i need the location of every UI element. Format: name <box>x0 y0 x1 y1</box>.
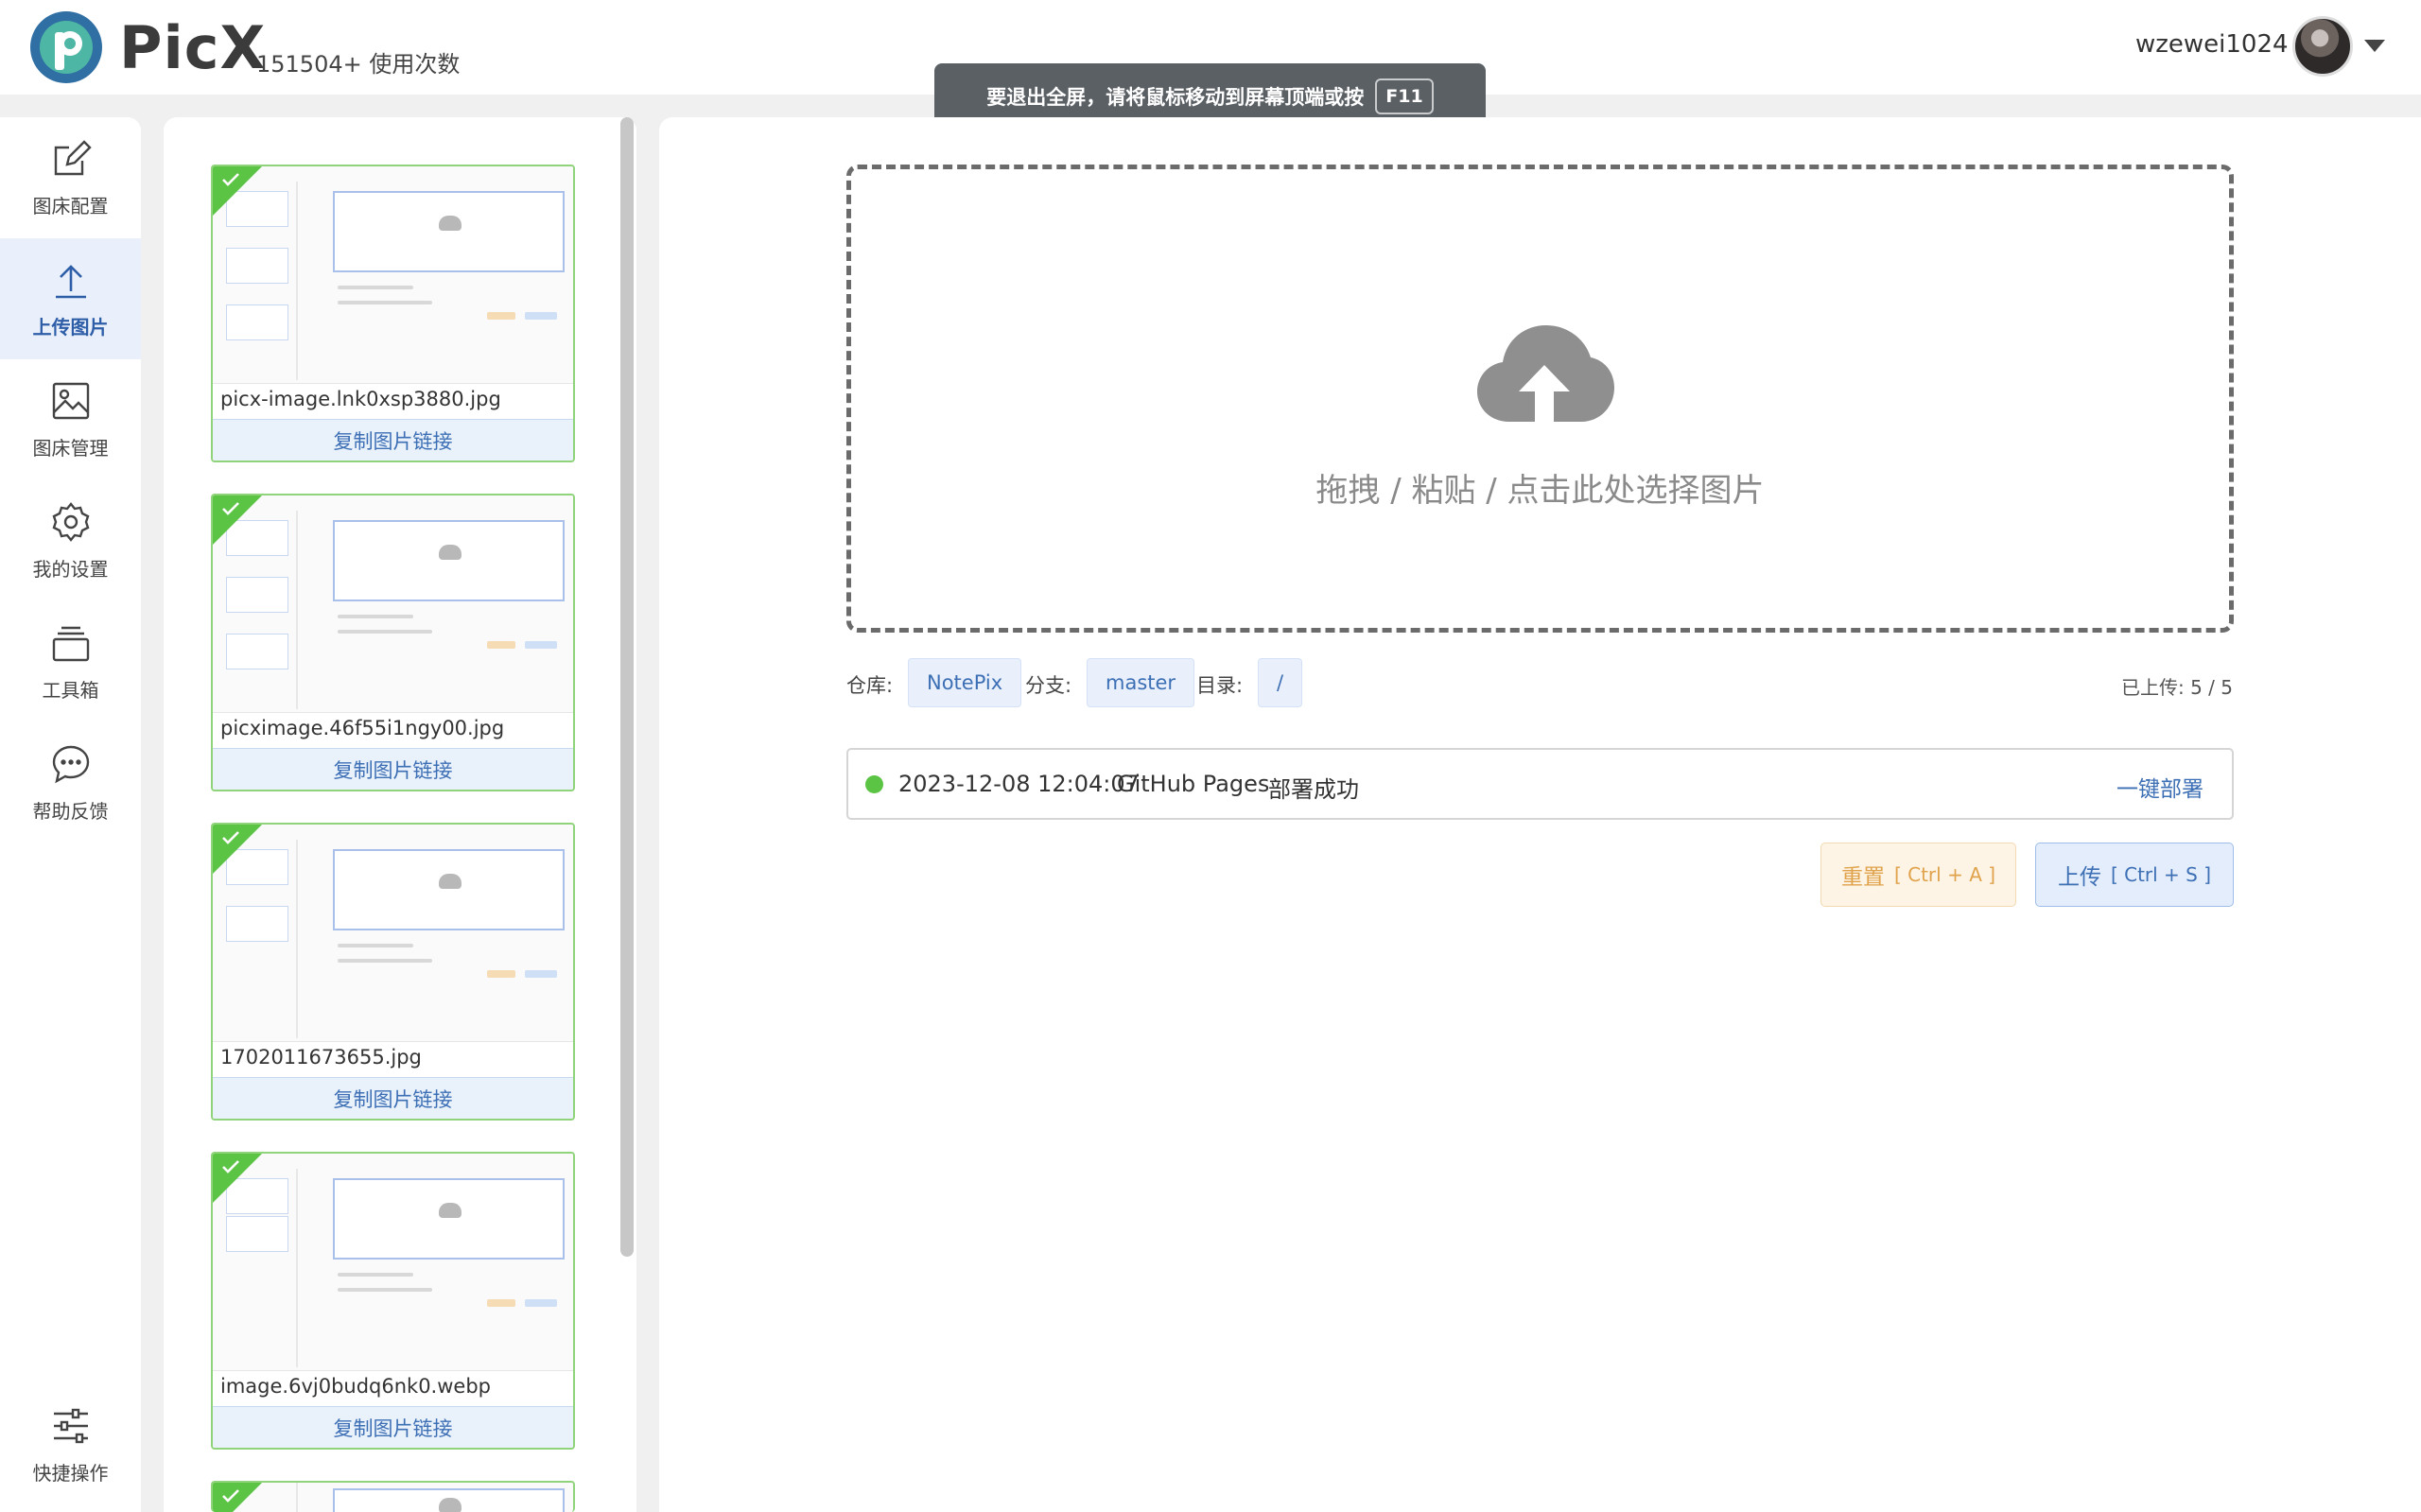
sidebar-item-upload[interactable]: 上传图片 <box>0 238 141 359</box>
one-click-deploy-button[interactable]: 一键部署 <box>2116 771 2203 803</box>
upload-icon <box>55 264 86 298</box>
gear-icon <box>52 501 89 542</box>
sidebar-item-label: 我的设置 <box>32 557 109 581</box>
uploaded-card[interactable] <box>211 1481 575 1512</box>
branch-tag[interactable]: master <box>1087 658 1195 707</box>
brand-name: PicX <box>119 13 267 82</box>
sidebar-item-toolbox[interactable]: 工具箱 <box>0 601 141 722</box>
deploy-status-dot <box>865 775 883 793</box>
picx-logo <box>30 11 102 83</box>
repo-label: 仓库: <box>846 674 894 697</box>
sidebar-item-manage[interactable]: 图床管理 <box>0 359 141 480</box>
uploaded-card[interactable]: 1702011673655.jpg 复制图片链接 <box>211 823 575 1121</box>
upload-shortcut: [ Ctrl + S ] <box>2110 863 2212 886</box>
check-icon <box>222 173 239 186</box>
sidebar-item-label: 图床管理 <box>32 436 109 460</box>
reset-button[interactable]: 重置 [ Ctrl + A ] <box>1820 843 2016 907</box>
copy-link-button[interactable]: 复制图片链接 <box>213 419 573 461</box>
image-thumbnail[interactable] <box>213 1154 573 1371</box>
usage-count: 151504+ 使用次数 <box>256 51 461 78</box>
deploy-status-bar: 2023-12-08 12:04:07 GitHub Pages 部署成功 一键… <box>846 748 2234 820</box>
sidebar-item-help[interactable]: 帮助反馈 <box>0 722 141 843</box>
sidebar-item-shortcuts[interactable]: 快捷操作 <box>0 1384 141 1505</box>
edit-icon <box>54 139 92 175</box>
check-icon <box>222 1489 239 1503</box>
sidebar-item-label: 上传图片 <box>32 315 109 339</box>
deploy-service: GitHub Pages <box>1117 771 1270 797</box>
sidebar-item-settings[interactable]: 我的设置 <box>0 480 141 601</box>
image-dropzone[interactable]: 拖拽 / 粘贴 / 点击此处选择图片 <box>846 165 2234 633</box>
dropzone-hint: 拖拽 / 粘贴 / 点击此处选择图片 <box>1315 472 1765 510</box>
uploaded-card[interactable]: picximage.46f55i1ngy00.jpg 复制图片链接 <box>211 494 575 791</box>
repo-tag[interactable]: NotePix <box>908 658 1022 707</box>
sidebar-item-label: 工具箱 <box>42 678 99 702</box>
check-icon <box>222 502 239 515</box>
image-thumbnail[interactable] <box>213 1483 573 1512</box>
branch-label: 分支: <box>1025 674 1072 697</box>
copy-link-button[interactable]: 复制图片链接 <box>213 748 573 790</box>
upload-button[interactable]: 上传 [ Ctrl + S ] <box>2035 843 2234 907</box>
dir-tag[interactable]: / <box>1258 658 1303 707</box>
username[interactable]: wzewei1024 <box>2135 30 2289 59</box>
image-filename: picximage.46f55i1ngy00.jpg <box>220 717 505 739</box>
image-thumbnail[interactable] <box>213 166 573 384</box>
image-filename: image.6vj0budq6nk0.webp <box>220 1375 491 1398</box>
sliders-icon <box>53 1408 88 1443</box>
cloud-upload-icon <box>1477 325 1614 429</box>
fullscreen-key: F11 <box>1375 78 1434 114</box>
reset-label: 重置 <box>1840 865 1885 890</box>
list-scrollbar[interactable] <box>620 117 634 1257</box>
copy-link-button[interactable]: 复制图片链接 <box>213 1077 573 1119</box>
image-icon <box>52 382 89 419</box>
uploaded-card[interactable]: image.6vj0budq6nk0.webp 复制图片链接 <box>211 1152 575 1450</box>
check-icon <box>222 1160 239 1173</box>
uploaded-count: 已上传: 5 / 5 <box>2121 676 2233 699</box>
dir-label: 目录: <box>1196 674 1244 697</box>
sidebar-item-config[interactable]: 图床配置 <box>0 117 141 238</box>
sidebar-item-label: 图床配置 <box>32 194 109 217</box>
sidebar-item-label: 帮助反馈 <box>32 799 109 823</box>
fullscreen-toast-text: 要退出全屏，请将鼠标移动到屏幕顶端或按 <box>986 86 1365 109</box>
reset-shortcut: [ Ctrl + A ] <box>1893 863 1996 886</box>
sidebar-nav: 图床配置 上传图片 图床管理 我的设置 工具箱 帮助反馈 快捷操作 <box>0 117 141 1512</box>
copy-link-button[interactable]: 复制图片链接 <box>213 1406 573 1448</box>
chat-icon <box>52 745 89 783</box>
image-thumbnail[interactable] <box>213 495 573 713</box>
image-filename: 1702011673655.jpg <box>220 1046 422 1069</box>
image-thumbnail[interactable] <box>213 825 573 1042</box>
upload-label: 上传 <box>2057 865 2101 890</box>
chevron-down-icon[interactable] <box>2364 40 2385 52</box>
sidebar-item-label: 快捷操作 <box>32 1461 109 1485</box>
layers-icon <box>52 626 89 661</box>
avatar[interactable] <box>2292 16 2353 77</box>
image-filename: picx-image.lnk0xsp3880.jpg <box>220 388 501 410</box>
check-icon <box>222 831 239 844</box>
uploaded-card[interactable]: picx-image.lnk0xsp3880.jpg 复制图片链接 <box>211 165 575 462</box>
deploy-time: 2023-12-08 12:04:07 <box>898 771 1140 797</box>
deploy-result: 部署成功 <box>1268 776 1359 803</box>
